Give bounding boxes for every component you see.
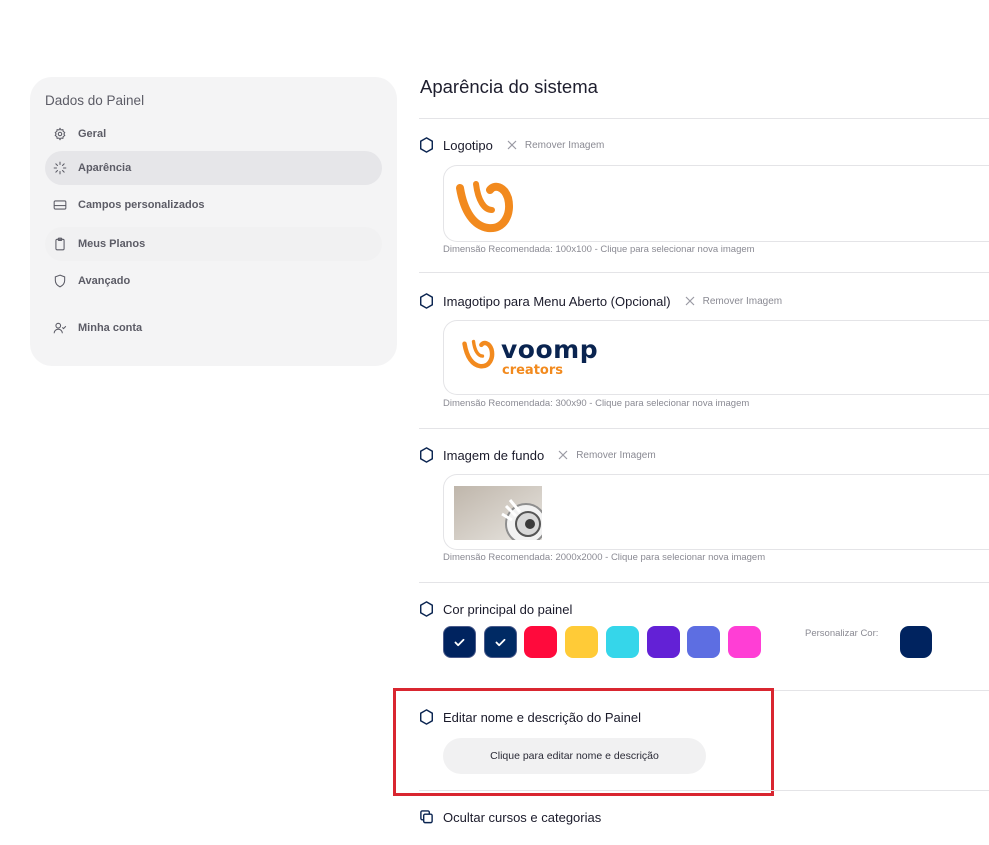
- divider: [419, 272, 989, 273]
- color-swatch[interactable]: [524, 626, 558, 658]
- brand-word: voomp: [501, 335, 599, 364]
- section-logo-header: Logotipo Remover Imagem: [419, 137, 604, 153]
- brand-sub: creators: [502, 363, 564, 378]
- sidebar-item-label: Geral: [78, 128, 107, 140]
- sidebar-item-label: Meus Planos: [78, 238, 146, 250]
- check-icon: [495, 638, 506, 646]
- section-edit-header: Editar nome e descrição do Painel: [419, 709, 641, 725]
- hexagon-icon: [419, 601, 434, 617]
- remove-imagotipo-button[interactable]: Remover Imagem: [685, 296, 782, 307]
- logo-upload-box[interactable]: [443, 165, 989, 242]
- remove-logo-button[interactable]: Remover Imagem: [507, 140, 604, 151]
- close-icon: [685, 296, 695, 306]
- check-icon: [454, 638, 465, 646]
- sidebar-item-geral[interactable]: Geral: [45, 117, 382, 151]
- imagotipo-upload-box[interactable]: voomp creators: [443, 320, 989, 395]
- color-swatch[interactable]: [565, 626, 599, 658]
- section-title: Cor principal do painel: [443, 601, 573, 617]
- sidebar-item-label: Avançado: [78, 275, 131, 287]
- custom-color-picker[interactable]: [900, 626, 932, 658]
- sidebar-item-aparencia[interactable]: Aparência: [45, 151, 382, 185]
- hexagon-icon: [419, 709, 434, 725]
- section-title: Imagem de fundo: [443, 447, 545, 463]
- sidebar-item-avancado[interactable]: Avançado: [45, 264, 382, 298]
- sidebar-item-label: Aparência: [78, 162, 132, 174]
- user-check-icon: [52, 320, 68, 336]
- section-imagotipo-header: Imagotipo para Menu Aberto (Opcional) Re…: [419, 293, 782, 309]
- sidebar-item-label: Campos personalizados: [78, 199, 205, 211]
- section-title: Editar nome e descrição do Painel: [443, 709, 642, 725]
- section-title: Ocultar cursos e categorias: [443, 809, 602, 825]
- color-swatch[interactable]: [483, 626, 517, 658]
- sidebar-item-label: Minha conta: [78, 322, 143, 334]
- imagotipo-hint: Dimensão Recomendada: 300x90 - Clique pa…: [443, 398, 750, 409]
- copy-icon: [419, 809, 434, 825]
- edit-name-description-button[interactable]: Clique para editar nome e descrição: [443, 738, 706, 774]
- imagotipo-image: voomp creators: [461, 337, 598, 377]
- color-swatch[interactable]: [727, 626, 761, 658]
- page-title: Aparência do sistema: [420, 76, 598, 97]
- sidebar-item-minha-conta[interactable]: Minha conta: [45, 311, 382, 345]
- section-color-header: Cor principal do painel: [419, 601, 572, 617]
- section-background-header: Imagem de fundo Remover Imagem: [419, 447, 656, 463]
- section-title: Imagotipo para Menu Aberto (Opcional): [443, 293, 671, 309]
- hexagon-icon: [419, 137, 434, 153]
- section-hide-header: Ocultar cursos e categorias: [419, 809, 601, 825]
- shield-icon: [52, 273, 68, 289]
- color-swatch[interactable]: [605, 626, 639, 658]
- background-upload-box[interactable]: [443, 474, 989, 550]
- custom-color-label: Personalizar Cor:: [805, 628, 879, 639]
- color-swatch[interactable]: [687, 626, 721, 658]
- section-title: Logotipo: [443, 137, 493, 153]
- divider: [419, 118, 989, 119]
- background-hint: Dimensão Recomendada: 2000x2000 - Clique…: [443, 552, 766, 563]
- sidebar-title: Dados do Painel: [45, 93, 145, 108]
- divider: [419, 428, 989, 429]
- hexagon-icon: [419, 293, 434, 309]
- sidebar-item-campos[interactable]: Campos personalizados: [45, 188, 382, 222]
- divider: [419, 790, 989, 791]
- loader-icon: [52, 160, 68, 176]
- card-icon: [52, 197, 68, 213]
- logo-hint: Dimensão Recomendada: 100x100 - Clique p…: [443, 244, 755, 255]
- remove-label: Remover Imagem: [524, 139, 605, 151]
- color-swatch[interactable]: [646, 626, 680, 658]
- settings-sidebar: Dados do Painel Geral Aparência Campos p…: [30, 77, 397, 366]
- divider: [419, 582, 989, 583]
- close-icon: [558, 450, 568, 460]
- remove-label: Remover Imagem: [702, 295, 783, 307]
- sidebar-item-planos[interactable]: Meus Planos: [45, 227, 382, 261]
- clipboard-icon: [52, 236, 68, 252]
- logo-image: [456, 181, 513, 233]
- hexagon-icon: [419, 447, 434, 463]
- background-image: [454, 486, 542, 540]
- brand-mark-icon: [462, 339, 495, 369]
- gear-icon: [52, 126, 68, 142]
- color-swatch[interactable]: [443, 626, 476, 658]
- close-icon: [507, 140, 517, 150]
- remove-background-button[interactable]: Remover Imagem: [558, 449, 656, 461]
- remove-label: Remover Imagem: [576, 449, 656, 461]
